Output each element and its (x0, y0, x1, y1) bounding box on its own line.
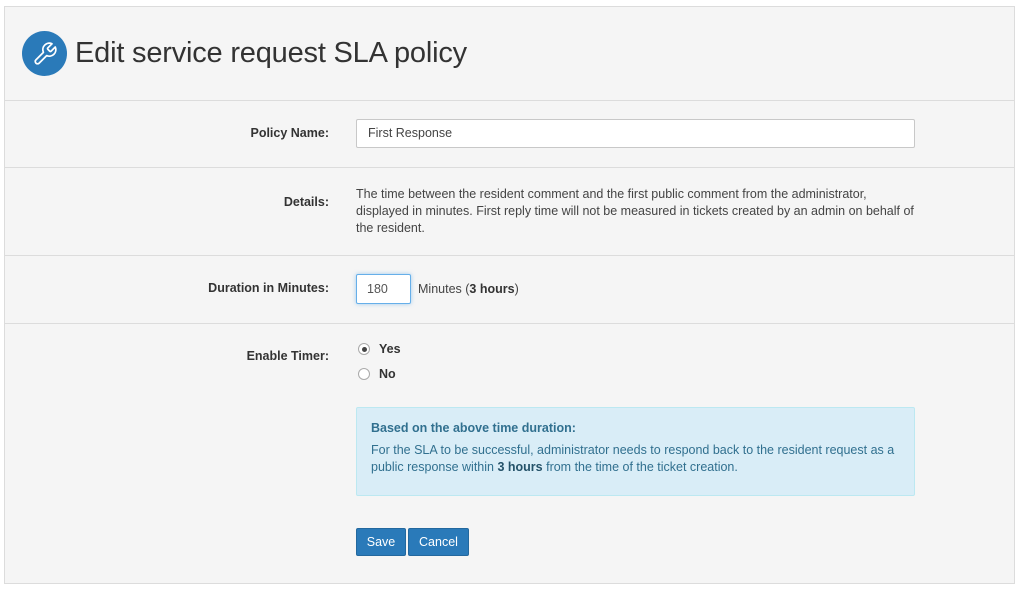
duration-hours: 3 hours (469, 282, 515, 296)
duration-input[interactable]: 180 (356, 274, 411, 304)
info-title: Based on the above time duration: (371, 421, 576, 435)
page-title: Edit service request SLA policy (75, 37, 467, 69)
policy-name-row: Policy Name: First Response (5, 101, 1014, 168)
duration-hint: Minutes (3 hours) (418, 282, 519, 296)
save-button[interactable]: Save (356, 528, 406, 556)
sla-policy-panel: Edit service request SLA policy Policy N… (4, 6, 1015, 584)
enable-timer-row: Enable Timer: Yes No Based on the above … (5, 324, 1014, 584)
duration-label: Duration in Minutes: (208, 281, 329, 295)
sla-info-box: Based on the above time duration: For th… (356, 407, 915, 496)
radio-yes[interactable] (358, 343, 370, 355)
radio-no[interactable] (358, 368, 370, 380)
cancel-button[interactable]: Cancel (408, 528, 469, 556)
wrench-icon (22, 31, 67, 76)
details-label: Details: (283, 195, 329, 209)
timer-option-no[interactable]: No (358, 367, 396, 381)
enable-timer-label: Enable Timer: (246, 349, 329, 363)
timer-option-yes[interactable]: Yes (358, 342, 401, 356)
details-text: The time between the resident comment an… (356, 187, 914, 235)
policy-name-input[interactable]: First Response (356, 119, 915, 148)
details-row: Details: The time between the resident c… (5, 168, 1014, 256)
duration-row: Duration in Minutes: 180 Minutes (3 hour… (5, 256, 1014, 324)
info-text: For the SLA to be successful, administra… (371, 443, 895, 474)
policy-name-label: Policy Name: (250, 126, 329, 140)
page-header: Edit service request SLA policy (5, 7, 1014, 101)
timer-yes-label[interactable]: Yes (379, 342, 401, 356)
info-hours: 3 hours (497, 460, 543, 474)
timer-no-label[interactable]: No (379, 367, 396, 381)
